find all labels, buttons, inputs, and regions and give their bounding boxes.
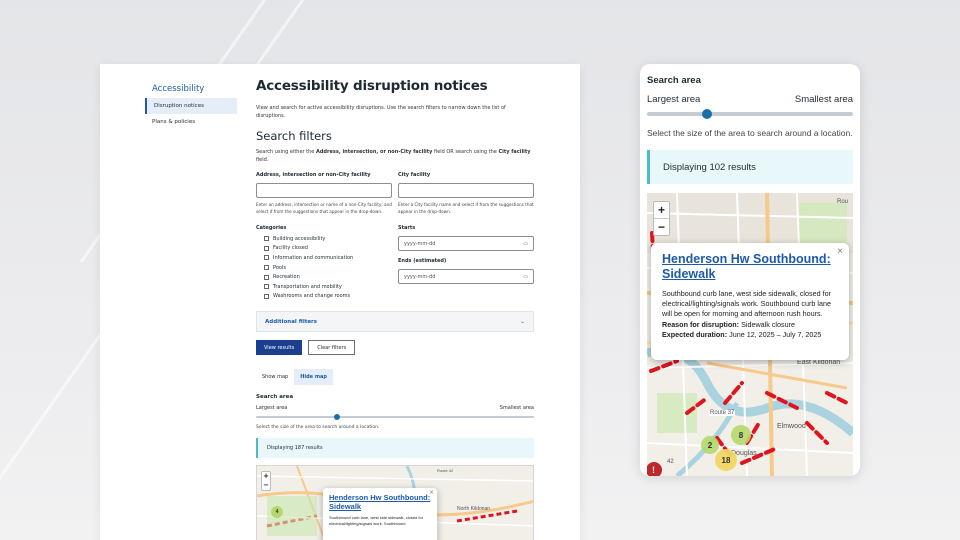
search-filters-heading: Search filters: [256, 129, 332, 143]
map-zoom-control: + −: [261, 471, 271, 492]
map-cluster[interactable]: 2: [701, 436, 719, 454]
checkbox-icon[interactable]: [264, 265, 269, 271]
category-checkbox[interactable]: Information and communication: [256, 253, 392, 263]
map-cluster[interactable]: 8: [731, 425, 751, 445]
calendar-icon[interactable]: ▭: [523, 274, 528, 280]
calendar-icon[interactable]: ▭: [523, 241, 528, 247]
checkbox-icon[interactable]: [264, 274, 269, 280]
categories-list: Building accessibility Facility closed I…: [256, 234, 392, 301]
category-checkbox[interactable]: Recreation: [256, 272, 392, 282]
map-label: Elmwood: [777, 423, 806, 430]
starts-date-input[interactable]: yyyy-mm-dd ▭: [398, 236, 534, 251]
show-map-button[interactable]: Show map: [256, 369, 294, 385]
search-area-slider[interactable]: [647, 109, 853, 119]
popup-reason: Reason for disruption: Sidewalk closure: [662, 320, 796, 329]
starts-label: Starts: [398, 225, 416, 231]
close-icon[interactable]: ×: [837, 246, 843, 257]
map-popup: × Henderson Hw Southbound: Sidewalk Sout…: [651, 243, 849, 360]
hide-map-button[interactable]: Hide map: [294, 369, 333, 386]
zoom-in-button[interactable]: +: [262, 472, 270, 481]
category-checkbox[interactable]: Transportation and mobility: [256, 282, 392, 292]
chevron-down-icon: ⌄: [520, 318, 525, 325]
popup-title[interactable]: Henderson Hw Southbound: Sidewalk: [329, 493, 431, 511]
search-area-slider[interactable]: [256, 414, 534, 421]
smallest-area-label: Smallest area: [499, 405, 534, 412]
checkbox-icon[interactable]: [264, 236, 269, 242]
popup-body: Southbound curb lane, west side sidewalk…: [329, 515, 424, 527]
zoom-in-button[interactable]: +: [654, 202, 669, 219]
map[interactable]: ! + − Rou East Kildonan Route 37 Elmwood…: [647, 193, 853, 476]
desktop-page: Accessibility Disruption notices Plans &…: [100, 64, 580, 540]
page-title: Accessibility disruption notices: [256, 78, 488, 94]
search-area-note: Select the size of the area to search ar…: [647, 128, 853, 138]
map[interactable]: + − 4 Route 42 North Kildonan × Henderso…: [256, 465, 534, 540]
sidebar-nav: Accessibility Disruption notices Plans &…: [145, 82, 237, 130]
filters-help-text: Search using either the Address, interse…: [256, 149, 531, 163]
checkbox-icon[interactable]: [264, 293, 269, 299]
ends-label: Ends (estimated): [398, 258, 447, 264]
map-toggle: Show map Hide map: [256, 369, 534, 386]
map-label: North Kildonan: [457, 506, 491, 513]
slider-thumb[interactable]: [333, 414, 340, 421]
address-input[interactable]: [256, 183, 392, 198]
sidebar-item-plans-policies[interactable]: Plans & policies: [145, 114, 237, 130]
search-area-label: Search area: [647, 75, 701, 86]
zoom-out-button[interactable]: −: [654, 219, 669, 235]
categories-label: Categories: [256, 225, 287, 231]
checkbox-icon[interactable]: [264, 255, 269, 261]
category-checkbox[interactable]: Facility closed: [256, 244, 392, 254]
address-help: Enter an address, intersection or name o…: [256, 202, 392, 214]
map-cluster[interactable]: 18: [715, 449, 737, 471]
map-label: 42: [667, 459, 674, 465]
map-label: Rou: [837, 199, 849, 205]
smallest-area-label: Smallest area: [794, 94, 853, 105]
checkbox-icon[interactable]: [264, 284, 269, 290]
additional-filters-accordion[interactable]: Additional filters ⌄: [256, 311, 534, 333]
map-label: East Kildonan: [797, 359, 841, 366]
sidebar-title[interactable]: Accessibility: [145, 82, 237, 98]
popup-body: Southbound curb lane, west side sidewalk…: [662, 289, 832, 318]
address-label: Address, intersection or non-City facili…: [256, 172, 371, 178]
map-label: Route 37: [709, 410, 736, 416]
close-icon[interactable]: ×: [429, 489, 434, 496]
checkbox-icon[interactable]: [264, 245, 269, 251]
map-popup: × Henderson Hw Southbound: Sidewalk Sout…: [323, 488, 437, 540]
mobile-page: Search area Largest area Smallest area S…: [640, 64, 860, 476]
city-facility-input[interactable]: [398, 183, 534, 198]
category-checkbox[interactable]: Pools: [256, 263, 392, 273]
search-area-note: Select the size of the area to search ar…: [256, 425, 380, 431]
city-facility-label: City facility: [398, 172, 431, 178]
intro-text: View and search for active accessibility…: [256, 105, 506, 119]
sidebar-item-disruption-notices[interactable]: Disruption notices: [145, 98, 237, 114]
results-count: Displaying 187 results: [256, 438, 534, 459]
map-label: Route 42: [437, 468, 454, 474]
clear-filters-button[interactable]: Clear filters: [308, 340, 356, 356]
zoom-out-button[interactable]: −: [262, 481, 270, 490]
largest-area-label: Largest area: [256, 405, 288, 412]
category-checkbox[interactable]: Building accessibility: [256, 234, 392, 244]
main-content: Accessibility disruption notices View an…: [256, 78, 534, 540]
map-zoom-control: + −: [653, 201, 670, 236]
city-facility-help: Enter a City facility name and select if…: [398, 202, 534, 214]
search-area-label: Search area: [256, 394, 294, 401]
results-count: Displaying 102 results: [647, 150, 853, 184]
slider-thumb[interactable]: [701, 109, 712, 119]
svg-text:!: !: [652, 465, 655, 475]
popup-title[interactable]: Henderson Hw Southbound: Sidewalk: [662, 252, 838, 282]
category-checkbox[interactable]: Washrooms and change rooms: [256, 292, 392, 302]
popup-duration: Expected duration: June 12, 2025 – July …: [662, 330, 822, 339]
view-results-button[interactable]: View results: [256, 340, 303, 356]
largest-area-label: Largest area: [647, 94, 701, 105]
ends-date-input[interactable]: yyyy-mm-dd ▭: [398, 269, 534, 284]
